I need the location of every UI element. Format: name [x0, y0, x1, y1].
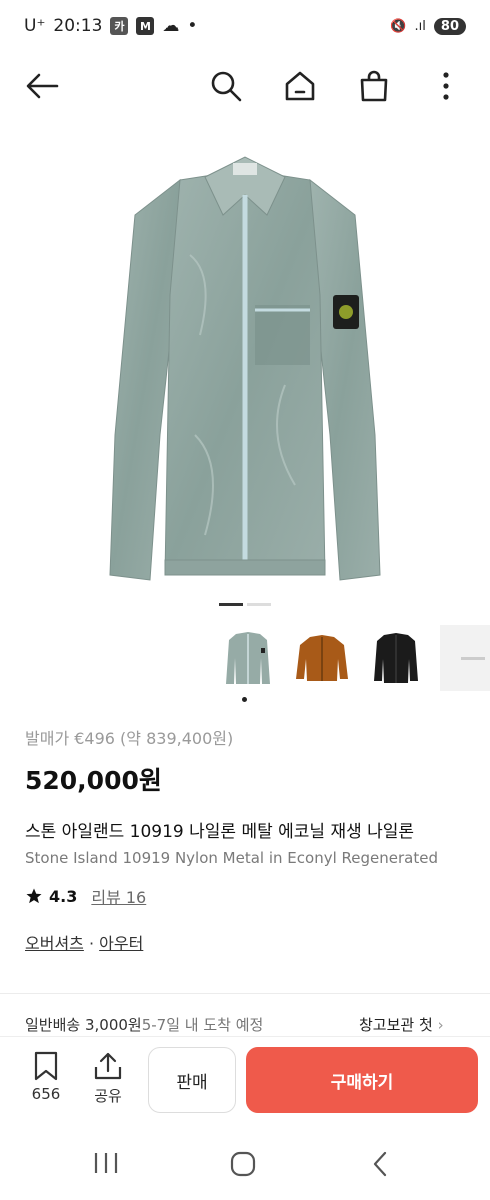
warehouse-option[interactable]: 창고보관 첫 ›: [359, 1014, 444, 1035]
share-button[interactable]: 공유: [86, 1051, 130, 1106]
recent-apps-button[interactable]: [92, 1150, 120, 1180]
more-vertical-icon: [443, 72, 449, 100]
warehouse-label: 창고보관 첫: [359, 1016, 433, 1034]
original-price: 발매가 €496 (약 839,400원): [25, 729, 234, 748]
home-circle-icon: [230, 1151, 256, 1177]
sell-button[interactable]: 판매: [148, 1047, 236, 1113]
arrow-left-icon: [26, 73, 59, 99]
back-button[interactable]: [24, 68, 60, 104]
product-title-english: Stone Island 10919 Nylon Metal in Econyl…: [25, 849, 438, 867]
recent-apps-icon: [94, 1153, 118, 1173]
pager-dot: [247, 603, 271, 606]
mute-icon: 🔇: [390, 18, 407, 34]
carrier-label: U⁺: [24, 16, 46, 36]
m-notification-icon: M: [136, 17, 155, 35]
star-icon: [26, 888, 42, 904]
search-button[interactable]: [208, 68, 244, 104]
shopping-bag-icon: [360, 70, 388, 102]
home-button[interactable]: [282, 68, 318, 104]
search-icon: [211, 71, 242, 102]
more-menu-button[interactable]: [428, 68, 464, 104]
brown-jacket-thumbnail-image: [296, 635, 348, 681]
thumbnail-brown-jacket[interactable]: [292, 625, 352, 691]
status-bar: U⁺ 20:13 카 M ☁ • 🔇 .ıl 80: [0, 0, 490, 52]
kakao-notification-icon: 카: [110, 17, 129, 35]
black-jacket-thumbnail-image: [374, 633, 418, 683]
section-divider: [0, 993, 490, 994]
clock: 20:13: [53, 16, 103, 36]
jacket-image: [109, 156, 381, 581]
share-label: 공유: [94, 1087, 122, 1105]
home-icon: [285, 71, 315, 101]
shipping-label: 일반배송 3,000원: [25, 1016, 142, 1034]
sale-price: 520,000원: [25, 766, 162, 795]
bottom-action-bar: 656 공유 판매 구매하기: [0, 1036, 490, 1126]
product-info: 발매가 €496 (약 839,400원) 520,000원 스톤 아일랜드 1…: [25, 725, 490, 954]
thumbnail-black-jacket[interactable]: [366, 625, 426, 691]
rating-row: 4.3 리뷰 16: [25, 884, 490, 908]
review-link[interactable]: 리뷰 16: [91, 884, 146, 908]
category-overshirts[interactable]: 오버셔츠: [25, 934, 84, 953]
signal-icon: .ıl: [414, 18, 426, 34]
rating-value: 4.3: [49, 886, 78, 906]
shipping-row[interactable]: 일반배송 3,000원 5-7일 내 도착 예정 창고보관 첫 ›: [25, 1014, 490, 1035]
bookmark-count: 656: [31, 1085, 61, 1103]
more-notifications-icon: •: [187, 16, 198, 36]
battery-indicator: 80: [433, 17, 466, 35]
category-outerwear[interactable]: 아우터: [99, 934, 143, 953]
thumbnail-grey-jacket[interactable]: [218, 625, 278, 691]
category-breadcrumb: 오버셔츠 · 아우터: [25, 930, 490, 954]
chevron-left-icon: [373, 1151, 387, 1177]
cloud-icon: ☁: [162, 16, 180, 36]
bookmark-icon: [34, 1051, 58, 1081]
image-pager: [219, 603, 271, 606]
top-nav: [0, 56, 490, 116]
home-system-button[interactable]: [229, 1150, 257, 1182]
color-thumbnails: [218, 625, 490, 691]
selected-thumbnail-indicator: [242, 697, 247, 702]
share-icon: [94, 1052, 122, 1080]
product-title-korean: 스톤 아일랜드 10919 나일론 메탈 에코닐 재생 나일론: [25, 822, 415, 842]
chevron-right-icon: ›: [437, 1016, 444, 1034]
shipping-eta: 5-7일 내 도착 예정: [141, 1016, 264, 1034]
thumbnail-label[interactable]: [440, 625, 490, 691]
category-separator: ·: [83, 934, 100, 953]
pager-dot-active: [219, 603, 243, 606]
bookmark-button[interactable]: 656: [24, 1051, 68, 1103]
product-main-image[interactable]: [0, 130, 490, 600]
back-system-button[interactable]: [370, 1150, 390, 1182]
buy-button[interactable]: 구매하기: [246, 1047, 478, 1113]
shopping-bag-button[interactable]: [356, 68, 392, 104]
grey-jacket-thumbnail-image: [226, 632, 270, 684]
label-thumbnail-image: [461, 656, 485, 660]
system-navigation-bar: [0, 1126, 490, 1200]
